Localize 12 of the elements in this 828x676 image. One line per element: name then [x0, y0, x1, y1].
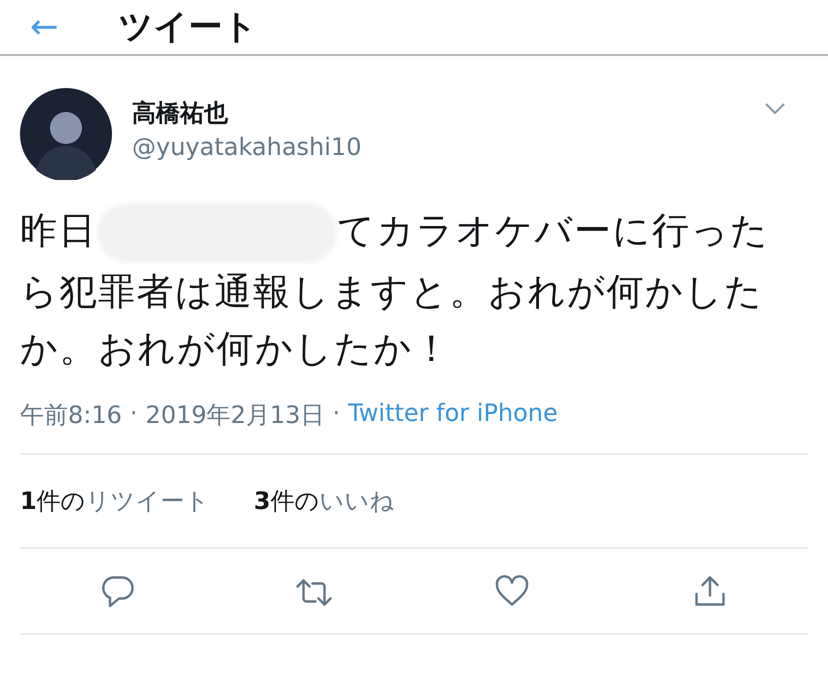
- tweet-date: 2019年2月13日: [146, 400, 324, 431]
- tweet-text: 昨日 てカラオケバーに行ったら犯罪者は通報しますと。おれが何かしたか。おれが何かしたか！: [20, 202, 808, 377]
- stat-count[interactable]: 1件の リツイート: [20, 484, 210, 517]
- separator-dot: ·: [130, 398, 138, 429]
- avatar[interactable]: [20, 88, 112, 180]
- separator-dot: ·: [332, 398, 340, 429]
- stat-count[interactable]: 3件のいいね: [254, 484, 394, 517]
- author-handle: @yuyatakahashi10: [132, 133, 362, 161]
- author-name: 高橋祐也: [132, 98, 229, 129]
- chevron-icon[interactable]: [764, 102, 786, 116]
- page-title: ツイート: [118, 6, 258, 49]
- tweet-time: 午前8:16: [20, 400, 122, 431]
